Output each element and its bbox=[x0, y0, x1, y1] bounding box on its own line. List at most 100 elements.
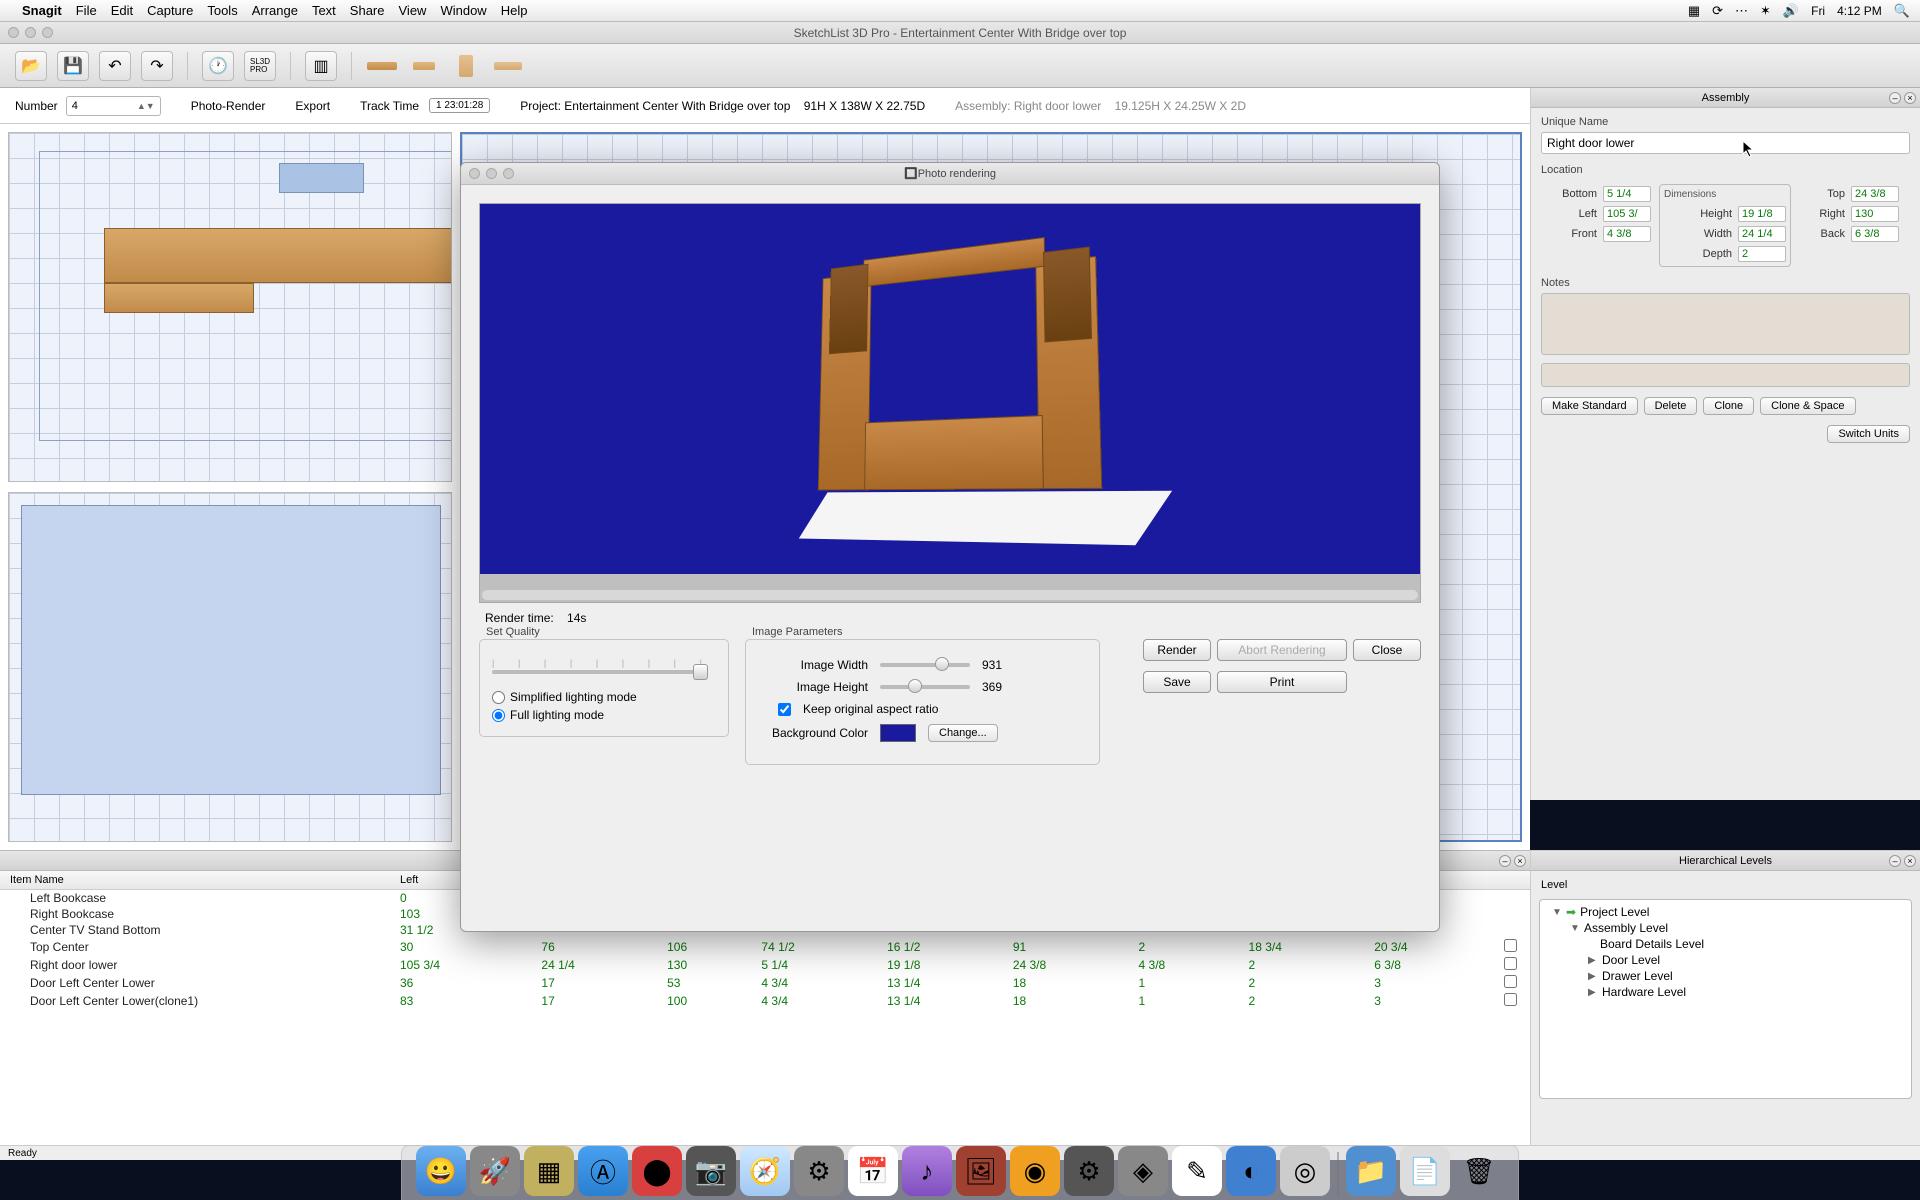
delete-button[interactable]: Delete bbox=[1644, 397, 1698, 415]
menu-help[interactable]: Help bbox=[501, 3, 528, 18]
itemlist-minimize-icon[interactable]: – bbox=[1499, 855, 1511, 867]
dock-mission-control-icon[interactable]: ▦ bbox=[524, 1146, 574, 1196]
height-input[interactable] bbox=[1738, 206, 1786, 222]
menu-tools[interactable]: Tools bbox=[207, 3, 237, 18]
menubar-grid-icon[interactable]: ▦ bbox=[1688, 3, 1700, 19]
item-checkbox[interactable] bbox=[1504, 975, 1517, 988]
dock-iphoto-icon[interactable]: 🖼 bbox=[956, 1146, 1006, 1196]
dock-safari-icon[interactable]: 🧭 bbox=[740, 1146, 790, 1196]
unique-name-input[interactable] bbox=[1541, 132, 1910, 154]
render-scrollbar[interactable] bbox=[482, 590, 1418, 600]
disclosure-icon[interactable]: ▼ bbox=[1552, 907, 1562, 918]
menu-text[interactable]: Text bbox=[312, 3, 336, 18]
wifi-icon[interactable]: ✶ bbox=[1760, 3, 1771, 19]
menubar-day[interactable]: Fri bbox=[1811, 4, 1825, 18]
board-medium-icon[interactable] bbox=[408, 51, 440, 81]
dock-document-icon[interactable]: 📄 bbox=[1400, 1146, 1450, 1196]
simplified-lighting-radio[interactable] bbox=[492, 691, 505, 704]
dock-launchpad-icon[interactable]: 🚀 bbox=[470, 1146, 520, 1196]
depth-input[interactable] bbox=[1738, 246, 1786, 262]
dock-camera-icon[interactable]: 📷 bbox=[686, 1146, 736, 1196]
board-long-icon[interactable] bbox=[366, 51, 398, 81]
number-input[interactable]: 4 ▲▼ bbox=[66, 96, 161, 116]
dock-app-icon-6[interactable]: ◎ bbox=[1280, 1146, 1330, 1196]
right-input[interactable] bbox=[1851, 206, 1899, 222]
render-button[interactable]: Render bbox=[1143, 639, 1211, 661]
full-lighting-radio[interactable] bbox=[492, 709, 505, 722]
clock-tool-icon[interactable]: 🕐 bbox=[202, 51, 234, 81]
dock-calendar-icon[interactable]: 📅 bbox=[848, 1146, 898, 1196]
menubar-time[interactable]: 4:12 PM bbox=[1837, 4, 1882, 18]
tree-project-level[interactable]: Project Level bbox=[1580, 905, 1649, 919]
bottom-input[interactable] bbox=[1603, 186, 1651, 202]
dock-trash-icon[interactable]: 🗑 bbox=[1454, 1146, 1504, 1196]
panel-minimize-icon[interactable]: – bbox=[1889, 92, 1901, 104]
width-input[interactable] bbox=[1738, 226, 1786, 242]
notes-textarea[interactable] bbox=[1541, 293, 1910, 355]
panel-close-icon[interactable]: × bbox=[1904, 92, 1916, 104]
left-input[interactable] bbox=[1603, 206, 1651, 222]
tree-drawer-level[interactable]: Drawer Level bbox=[1602, 969, 1673, 983]
sl3d-pro-button[interactable]: SL3D PRO bbox=[244, 51, 276, 81]
board-vertical-icon[interactable] bbox=[450, 51, 482, 81]
undo-tool-icon[interactable]: ↶ bbox=[99, 51, 131, 81]
bgcolor-swatch[interactable] bbox=[880, 724, 916, 742]
dock-settings-icon[interactable]: ⚙ bbox=[794, 1146, 844, 1196]
open-tool-icon[interactable]: 📂 bbox=[15, 51, 47, 81]
image-width-slider[interactable] bbox=[880, 663, 970, 667]
back-input[interactable] bbox=[1851, 226, 1899, 242]
traffic-lights[interactable] bbox=[8, 27, 53, 38]
modal-traffic-lights[interactable] bbox=[469, 168, 514, 179]
menu-edit[interactable]: Edit bbox=[111, 3, 133, 18]
dock-app-icon-3[interactable]: ◈ bbox=[1118, 1146, 1168, 1196]
dock-finder-icon[interactable]: 😀 bbox=[416, 1146, 466, 1196]
save-tool-icon[interactable]: 💾 bbox=[57, 51, 89, 81]
redo-tool-icon[interactable]: ↷ bbox=[141, 51, 173, 81]
clone-button[interactable]: Clone bbox=[1703, 397, 1754, 415]
switch-units-button[interactable]: Switch Units bbox=[1827, 425, 1910, 443]
clone-space-button[interactable]: Clone & Space bbox=[1760, 397, 1855, 415]
viewport-front[interactable] bbox=[8, 492, 452, 842]
menu-file[interactable]: File bbox=[76, 3, 97, 18]
print-button[interactable]: Print bbox=[1217, 671, 1347, 693]
keep-aspect-checkbox[interactable] bbox=[778, 703, 791, 716]
change-color-button[interactable]: Change... bbox=[928, 724, 998, 742]
menu-appname[interactable]: Snagit bbox=[22, 3, 62, 18]
notes-textarea-2[interactable] bbox=[1541, 363, 1910, 387]
top-input[interactable] bbox=[1851, 186, 1899, 202]
export-button[interactable]: Export bbox=[295, 99, 330, 113]
itemlist-close-icon[interactable]: × bbox=[1514, 855, 1526, 867]
disclosure-icon[interactable]: ▶ bbox=[1588, 987, 1598, 998]
menu-capture[interactable]: Capture bbox=[147, 3, 193, 18]
disclosure-icon[interactable]: ▶ bbox=[1588, 955, 1598, 966]
hier-close-icon[interactable]: × bbox=[1904, 855, 1916, 867]
item-checkbox[interactable] bbox=[1504, 939, 1517, 952]
table-row[interactable]: Right door lower105 3/424 1/41305 1/419 … bbox=[0, 956, 1530, 974]
board-thin-icon[interactable] bbox=[492, 51, 524, 81]
disclosure-icon[interactable]: ▶ bbox=[1588, 971, 1598, 982]
menubar-dots-icon[interactable]: ⋯ bbox=[1735, 3, 1748, 19]
dock-snagit-icon[interactable]: ⬤ bbox=[632, 1146, 682, 1196]
menu-window[interactable]: Window bbox=[440, 3, 486, 18]
number-stepper-icon[interactable]: ▲▼ bbox=[137, 101, 155, 111]
make-standard-button[interactable]: Make Standard bbox=[1541, 397, 1638, 415]
quality-slider[interactable]: ||||||||| bbox=[492, 658, 702, 676]
disclosure-icon[interactable]: ▼ bbox=[1570, 923, 1580, 934]
photo-render-button[interactable]: Photo-Render bbox=[191, 99, 266, 113]
volume-icon[interactable]: 🔊 bbox=[1783, 3, 1799, 19]
menu-view[interactable]: View bbox=[399, 3, 427, 18]
menu-arrange[interactable]: Arrange bbox=[252, 3, 298, 18]
hier-minimize-icon[interactable]: – bbox=[1889, 855, 1901, 867]
tree-hardware-level[interactable]: Hardware Level bbox=[1602, 985, 1686, 999]
abort-rendering-button[interactable]: Abort Rendering bbox=[1217, 639, 1347, 661]
dock-appstore-icon[interactable]: Ⓐ bbox=[578, 1146, 628, 1196]
spotlight-icon[interactable]: 🔍 bbox=[1894, 3, 1910, 19]
dock-app-icon-5[interactable]: ◐ bbox=[1226, 1146, 1276, 1196]
col-item-name[interactable]: Item Name bbox=[0, 871, 390, 890]
front-input[interactable] bbox=[1603, 226, 1651, 242]
dock-app-icon-2[interactable]: ⚙ bbox=[1064, 1146, 1114, 1196]
tree-door-level[interactable]: Door Level bbox=[1602, 953, 1660, 967]
image-height-slider[interactable] bbox=[880, 685, 970, 689]
level-tree[interactable]: ▼➡Project Level ▼Assembly Level Board De… bbox=[1539, 899, 1912, 1099]
table-row[interactable]: Door Left Center Lower3617534 3/413 1/41… bbox=[0, 974, 1530, 992]
